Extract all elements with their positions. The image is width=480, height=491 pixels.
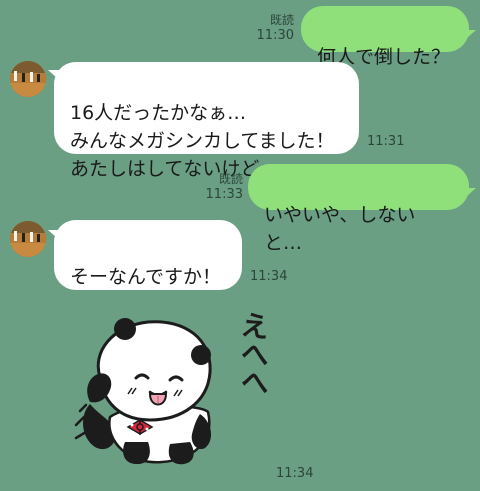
sticker-text-3: へ <box>239 364 270 401</box>
incoming-message-bubble[interactable]: 16人だったかなぁ… みんなメガシンカしてました！ あたしはしてないけど… <box>54 62 359 180</box>
chat-thread: 既読 11:30 何人で倒した？ 16人だったかなぁ… みんなメガシンカしてまし… <box>0 0 480 491</box>
outgoing-message-bubble[interactable]: 何人で倒した？ <box>301 6 469 68</box>
read-receipt: 既読 11:30 <box>244 13 294 43</box>
read-receipt: 既読 11:33 <box>193 172 243 202</box>
message-text: いやいや、しないと… <box>264 204 416 254</box>
avatar-icon[interactable] <box>10 221 46 257</box>
message-time: 11:30 <box>256 28 294 43</box>
avatar-icon[interactable] <box>10 61 46 97</box>
message-time: 11:34 <box>276 466 314 481</box>
incoming-message-bubble[interactable]: そーなんですか！ <box>54 220 242 290</box>
outgoing-message-bubble[interactable]: いやいや、しないと… <box>248 164 469 254</box>
message-time: 11:31 <box>367 134 405 149</box>
message-time: 11:34 <box>250 269 288 284</box>
read-label: 既読 <box>218 172 243 186</box>
message-text: そーなんですか！ <box>70 266 222 288</box>
panda-sticker-icon[interactable]: え へ へ <box>70 292 271 467</box>
message-time: 11:33 <box>205 187 243 202</box>
read-label: 既読 <box>269 13 294 27</box>
